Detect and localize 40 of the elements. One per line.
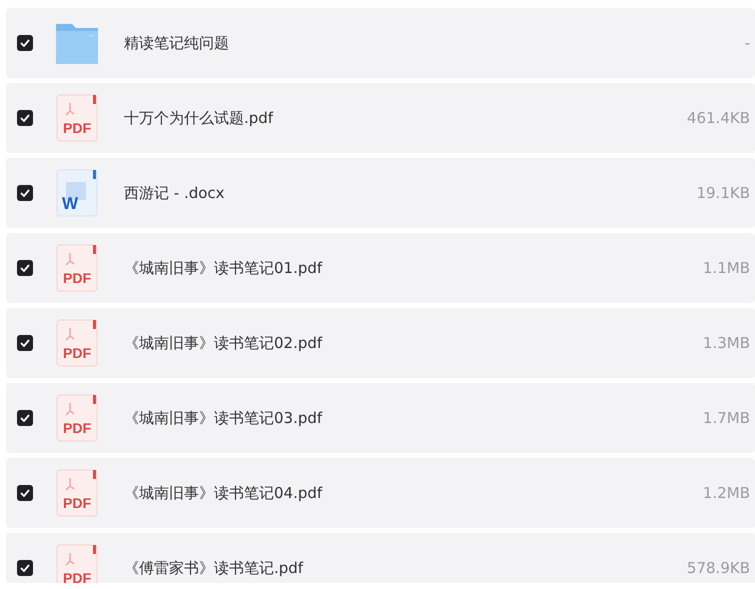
file-name[interactable]: 《城南旧事》读书笔记03.pdf	[124, 408, 703, 428]
file-name[interactable]: 《城南旧事》读书笔记01.pdf	[124, 258, 703, 278]
file-size: 1.3MB	[702, 334, 750, 352]
file-size: 461.4KB	[686, 109, 750, 127]
pdf-file-icon: PDF	[56, 394, 98, 442]
pdf-file-icon: PDF	[56, 544, 98, 583]
checkmark-icon	[20, 414, 30, 422]
checkbox[interactable]	[17, 185, 33, 201]
file-size: 1.1MB	[702, 259, 750, 277]
checkbox[interactable]	[17, 410, 33, 426]
checkmark-icon	[20, 339, 30, 347]
pdf-file-icon: PDF	[56, 469, 98, 517]
file-size: 19.1KB	[696, 184, 750, 202]
checkmark-icon	[20, 489, 30, 497]
file-name[interactable]: 精读笔记纯问题	[124, 34, 745, 52]
file-size: 1.2MB	[702, 484, 750, 502]
pdf-file-icon: PDF	[56, 94, 98, 142]
file-size: 1.7MB	[702, 409, 750, 427]
pdf-file-icon: PDF	[56, 319, 98, 367]
file-name[interactable]: 西游记 - .docx	[124, 184, 696, 202]
checkmark-icon	[20, 114, 30, 122]
folder-icon	[55, 21, 99, 65]
checkbox[interactable]	[17, 260, 33, 276]
checkbox[interactable]	[17, 35, 33, 51]
checkbox[interactable]	[17, 560, 33, 576]
file-name[interactable]: 《傅雷家书》读书笔记.pdf	[124, 558, 687, 578]
file-name[interactable]: 《城南旧事》读书笔记04.pdf	[124, 484, 703, 502]
file-size: -	[744, 34, 750, 52]
checkbox[interactable]	[17, 110, 33, 126]
word-file-icon: W	[56, 169, 98, 217]
file-name[interactable]: 《城南旧事》读书笔记02.pdf	[124, 334, 703, 352]
checkmark-icon	[20, 264, 30, 272]
file-name[interactable]: 十万个为什么试题.pdf	[124, 108, 687, 128]
checkbox[interactable]	[17, 485, 33, 501]
pdf-file-icon: PDF	[56, 244, 98, 292]
checkmark-icon	[20, 564, 30, 572]
checkmark-icon	[20, 39, 30, 47]
checkmark-icon	[20, 189, 30, 197]
file-size: 578.9KB	[686, 559, 750, 577]
checkbox[interactable]	[17, 335, 33, 351]
